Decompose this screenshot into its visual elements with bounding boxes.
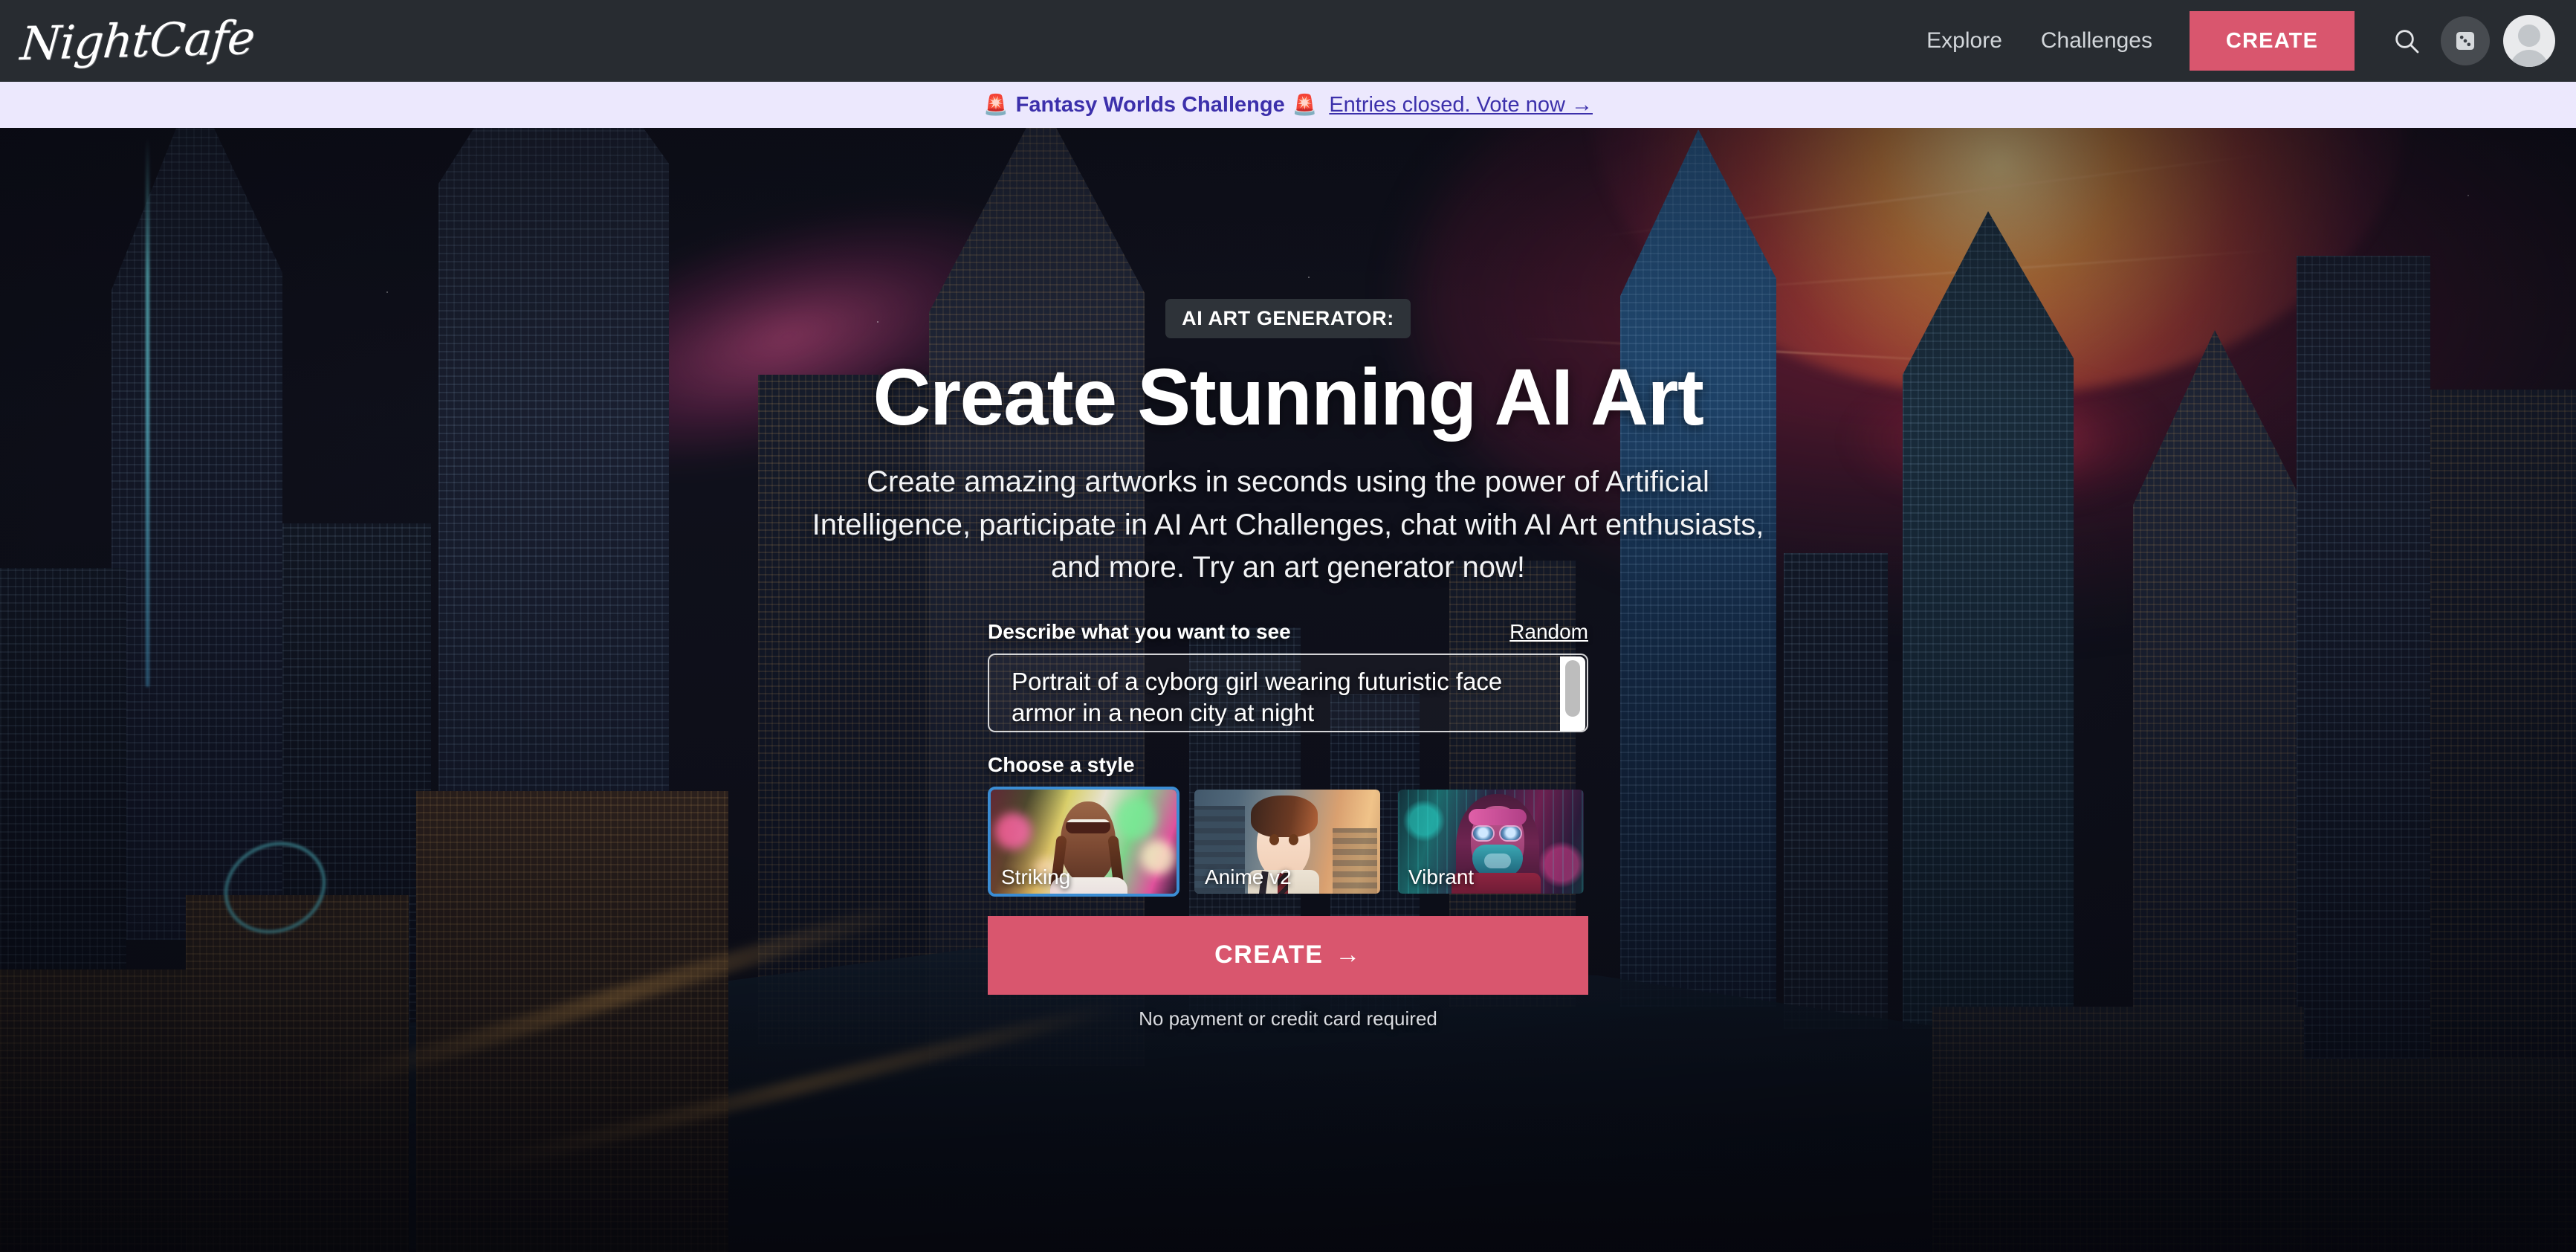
style-selector: Striking Anime v2 Vibrant xyxy=(988,786,1588,897)
hero-section: AI ART GENERATOR: Create Stunning AI Art… xyxy=(0,128,2576,1252)
style-name-vibrant: Vibrant xyxy=(1408,865,1475,888)
random-prompt-link[interactable]: Random xyxy=(1509,620,1588,644)
page-eyebrow-label: AI ART GENERATOR: xyxy=(1165,299,1411,338)
hero-content: AI ART GENERATOR: Create Stunning AI Art… xyxy=(0,128,2576,1252)
prompt-input-container[interactable] xyxy=(988,653,1588,732)
page-subtitle: Create amazing artworks in seconds using… xyxy=(812,465,1764,584)
nav-link-challenges[interactable]: Challenges xyxy=(2022,28,2172,54)
create-button[interactable]: CREATE → xyxy=(988,915,1588,995)
generator-form: Describe what you want to see Random Cho… xyxy=(988,620,1588,1030)
header-right-group: Explore Challenges CREATE xyxy=(1907,0,2576,82)
banner-title: Fantasy Worlds Challenge xyxy=(1015,92,1285,117)
dice-icon[interactable] xyxy=(2441,16,2490,65)
style-card-anime-v2[interactable]: Anime v2 xyxy=(1191,787,1383,897)
avatar-body xyxy=(2510,50,2549,67)
nav-link-explore[interactable]: Explore xyxy=(1907,28,2022,54)
arrow-right-icon: → xyxy=(1335,940,1362,969)
siren-icon-right: 🚨 xyxy=(1292,93,1318,116)
style-card-vibrant[interactable]: Vibrant xyxy=(1395,787,1587,897)
prompt-input[interactable] xyxy=(1012,665,1547,726)
prompt-scrollbar-thumb[interactable] xyxy=(1565,659,1580,717)
avatar-head xyxy=(2518,25,2540,47)
siren-icon-left: 🚨 xyxy=(983,93,1009,116)
challenge-announcement-banner: 🚨 Fantasy Worlds Challenge 🚨 Entries clo… xyxy=(0,82,2576,128)
banner-vote-link[interactable]: Entries closed. Vote now → xyxy=(1329,93,1593,117)
avatar[interactable] xyxy=(2503,15,2555,67)
prompt-label: Describe what you want to see xyxy=(988,619,1291,643)
style-label: Choose a style xyxy=(988,752,1135,776)
create-button-label: CREATE xyxy=(1214,940,1324,969)
prompt-label-row: Describe what you want to see Random xyxy=(988,620,1588,644)
nightcafe-logo[interactable]: NightCafe xyxy=(19,10,256,71)
search-icon[interactable] xyxy=(2380,14,2433,68)
style-name-striking: Striking xyxy=(1001,865,1071,888)
header-create-button[interactable]: CREATE xyxy=(2190,11,2355,71)
page-title: Create Stunning AI Art xyxy=(873,352,1704,442)
top-navigation-bar: NightCafe Explore Challenges CREATE xyxy=(0,0,2576,82)
style-name-anime-v2: Anime v2 xyxy=(1205,865,1292,888)
no-payment-note: No payment or credit card required xyxy=(1139,1007,1437,1030)
style-card-striking[interactable]: Striking xyxy=(988,786,1179,897)
prompt-scrollbar[interactable] xyxy=(1560,656,1585,731)
